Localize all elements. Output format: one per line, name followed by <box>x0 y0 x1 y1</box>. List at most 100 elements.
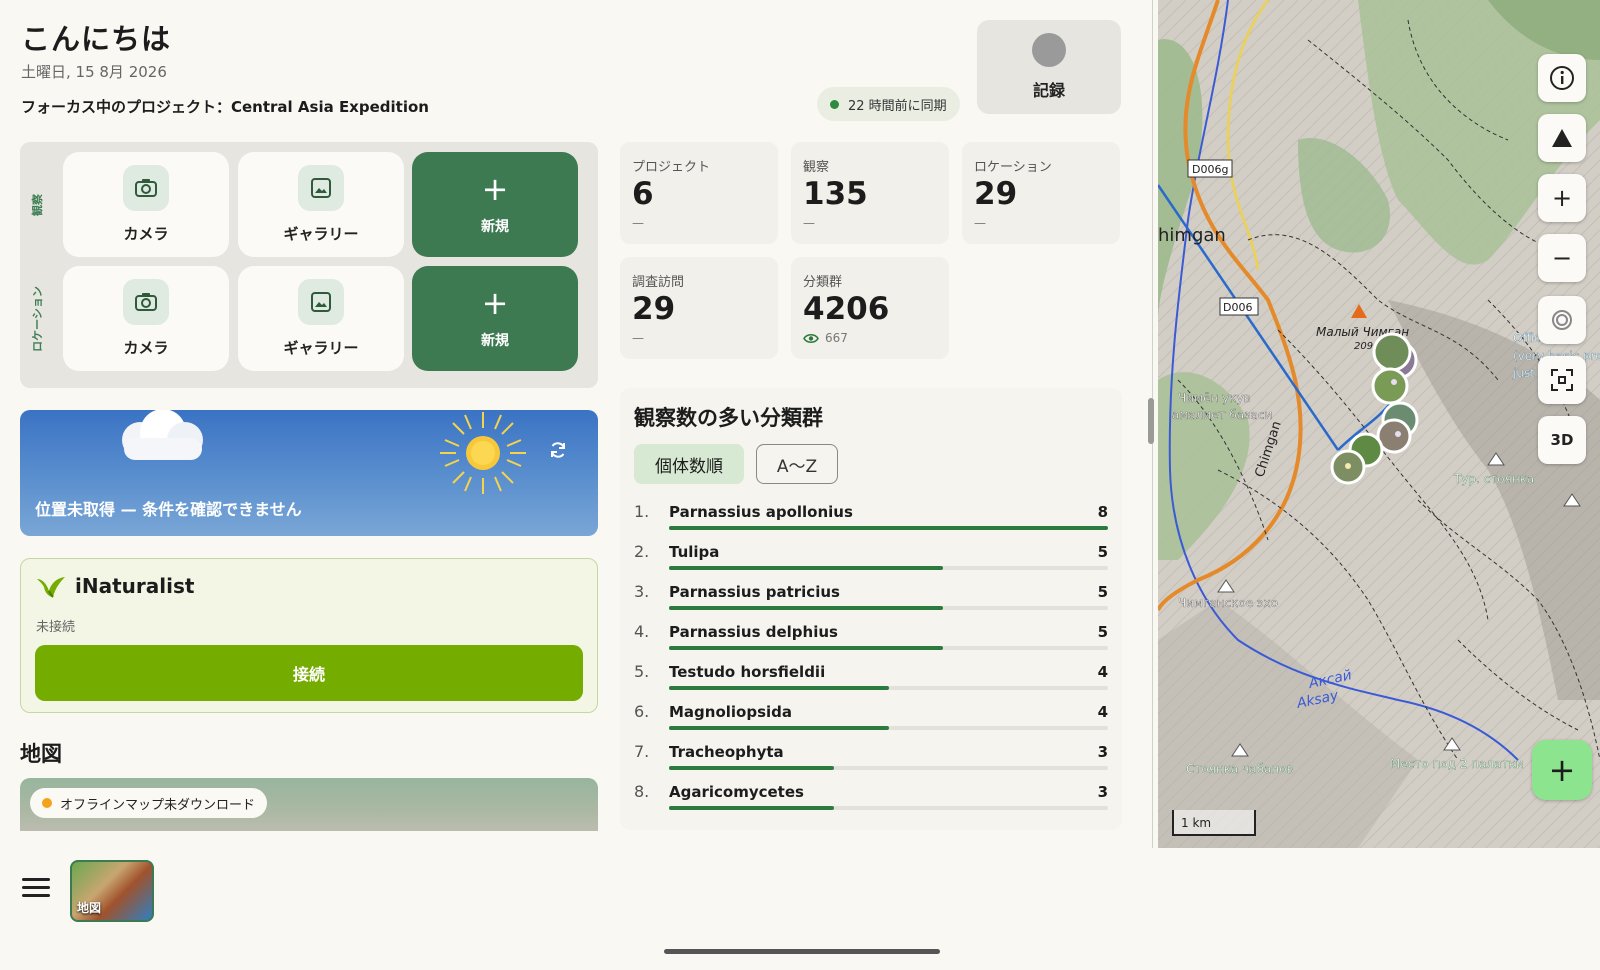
plus-icon: + <box>481 169 509 208</box>
taxon-count: 5 <box>1097 583 1108 601</box>
quick-actions-panel: 観察 ロケーション カメラ ギャラリー + 新規 カメラ ギャラリー + 新規 <box>20 142 598 388</box>
taxon-row[interactable]: 7. Tracheophyta 3 <box>634 740 1108 780</box>
plus-icon: + <box>481 283 509 322</box>
taxon-name: Parnassius patricius <box>669 583 840 601</box>
sync-status-badge: 22 時間前に同期 <box>817 87 960 121</box>
taxon-count: 4 <box>1097 663 1108 681</box>
stat-observations[interactable]: 観察 135 — <box>791 142 949 244</box>
gallery-label: ギャラリー <box>283 339 359 357</box>
inaturalist-bird-icon <box>35 573 67 605</box>
inaturalist-status: 未接続 <box>36 620 76 635</box>
weather-card: 位置未取得 — 条件を確認できません <box>20 410 598 536</box>
compass-north-icon[interactable] <box>1538 114 1586 162</box>
observation-gallery-button[interactable]: ギャラリー <box>238 152 404 257</box>
offline-dot-icon <box>42 798 52 808</box>
taxon-bar-track <box>669 646 1108 650</box>
zoom-in-button[interactable]: + <box>1538 174 1586 222</box>
stat-survey-visits[interactable]: 調査訪問 29 — <box>620 257 778 359</box>
taxon-count: 3 <box>1097 783 1108 801</box>
taxon-bar-fill <box>669 606 944 610</box>
location-section-label: ロケーション <box>31 285 44 352</box>
taxon-bar-fill <box>669 526 1108 530</box>
location-gallery-button[interactable]: ギャラリー <box>238 266 404 371</box>
camera-icon <box>123 165 169 211</box>
observation-camera-button[interactable]: カメラ <box>63 152 229 257</box>
taxon-bar-fill <box>669 806 834 810</box>
offline-map-text: オフラインマップ未ダウンロード <box>60 797 256 813</box>
sort-by-count-chip[interactable]: 個体数順 <box>634 444 744 484</box>
taxon-bar-track <box>669 606 1108 610</box>
taxon-name: Testudo horsfieldii <box>669 663 826 681</box>
fullscreen-icon[interactable] <box>1538 356 1586 404</box>
refresh-icon[interactable] <box>548 440 568 465</box>
taxon-row[interactable]: 4. Parnassius delphius 5 <box>634 620 1108 660</box>
taxon-row[interactable]: 8. Agaricomycetes 3 <box>634 780 1108 820</box>
camera-label: カメラ <box>123 339 169 357</box>
stat-label: 調査訪問 <box>632 275 685 290</box>
taxon-rank: 6. <box>634 702 650 721</box>
stat-locations[interactable]: ロケーション 29 — <box>962 142 1120 244</box>
record-button[interactable]: 記録 <box>977 20 1121 114</box>
locate-icon[interactable] <box>1538 296 1586 344</box>
map-preview[interactable]: オフラインマップ未ダウンロード <box>20 778 598 831</box>
taxon-count: 3 <box>1097 743 1108 761</box>
taxon-bar-fill <box>669 726 889 730</box>
info-icon[interactable] <box>1538 54 1586 102</box>
stat-label: 分類群 <box>803 275 843 290</box>
record-icon <box>1032 33 1066 67</box>
gallery-icon <box>298 165 344 211</box>
new-label: 新規 <box>481 218 509 235</box>
taxon-bar-fill <box>669 686 889 690</box>
stat-label: 観察 <box>803 160 830 175</box>
taxon-row[interactable]: 1. Parnassius apollonius 8 <box>634 500 1108 540</box>
taxon-bar-fill <box>669 646 944 650</box>
3d-view-button[interactable]: 3D <box>1538 416 1586 464</box>
location-camera-button[interactable]: カメラ <box>63 266 229 371</box>
taxon-rank: 8. <box>634 782 650 801</box>
add-observation-fab[interactable]: + <box>1532 740 1592 800</box>
stat-taxa[interactable]: 分類群 4206 667 <box>791 257 949 359</box>
taxon-name: Tulipa <box>669 543 720 561</box>
taxon-name: Tracheophyta <box>669 743 784 761</box>
svg-text:Чимён укув: Чимён укув <box>1178 391 1251 405</box>
top-taxa-title: 観察数の多い分類群 <box>634 406 823 430</box>
stat-projects[interactable]: プロジェクト 6 — <box>620 142 778 244</box>
greeting-title: こんにちは <box>21 22 172 56</box>
stat-value: 4206 <box>803 291 890 327</box>
taxon-row[interactable]: 3. Parnassius patricius 5 <box>634 580 1108 620</box>
gallery-label: ギャラリー <box>283 225 359 243</box>
stat-sub-row: 667 <box>803 331 848 345</box>
zoom-out-button[interactable]: − <box>1538 234 1586 282</box>
map-view[interactable]: D006g D006 himgan Малый Чимган 209 Чимён… <box>1158 0 1600 848</box>
terrain-map: D006g D006 himgan Малый Чимган 209 Чимён… <box>1158 0 1600 848</box>
taxon-bar-track <box>669 686 1108 690</box>
camera-label: カメラ <box>123 225 169 243</box>
svg-text:Чимганское эхо: Чимганское эхо <box>1178 596 1278 610</box>
stat-value: 135 <box>803 176 868 212</box>
map-tab-thumbnail[interactable]: 地図 <box>70 860 154 922</box>
connect-button[interactable]: 接続 <box>35 645 583 701</box>
inaturalist-card: iNaturalist 未接続 接続 <box>20 558 598 713</box>
taxon-name: Agaricomycetes <box>669 783 804 801</box>
taxon-row[interactable]: 2. Tulipa 5 <box>634 540 1108 580</box>
svg-text:Offic: Offic <box>1513 331 1541 345</box>
sync-dot-icon <box>830 99 839 109</box>
new-label: 新規 <box>481 332 509 349</box>
sort-az-chip[interactable]: A〜Z <box>756 444 838 484</box>
system-home-indicator[interactable] <box>664 949 940 954</box>
taxon-rank: 5. <box>634 662 650 681</box>
taxon-row[interactable]: 6. Magnoliopsida 4 <box>634 700 1108 740</box>
pane-resize-handle[interactable] <box>1148 398 1154 444</box>
observation-new-button[interactable]: + 新規 <box>412 152 578 257</box>
taxon-count: 5 <box>1097 623 1108 641</box>
taxon-bar-track <box>669 566 1108 570</box>
svg-text:just: just <box>1512 366 1535 380</box>
svg-text:Стоянка чабанов: Стоянка чабанов <box>1186 762 1294 776</box>
taxon-row[interactable]: 5. Testudo horsfieldii 4 <box>634 660 1108 700</box>
weather-message: 位置未取得 — 条件を確認できません <box>35 500 302 519</box>
location-new-button[interactable]: + 新規 <box>412 266 578 371</box>
map-tab-label: 地図 <box>77 901 102 915</box>
menu-icon[interactable] <box>22 878 50 900</box>
svg-text:амалиет базаси: амалиет базаси <box>1172 408 1272 422</box>
taxon-name: Parnassius delphius <box>669 623 838 641</box>
